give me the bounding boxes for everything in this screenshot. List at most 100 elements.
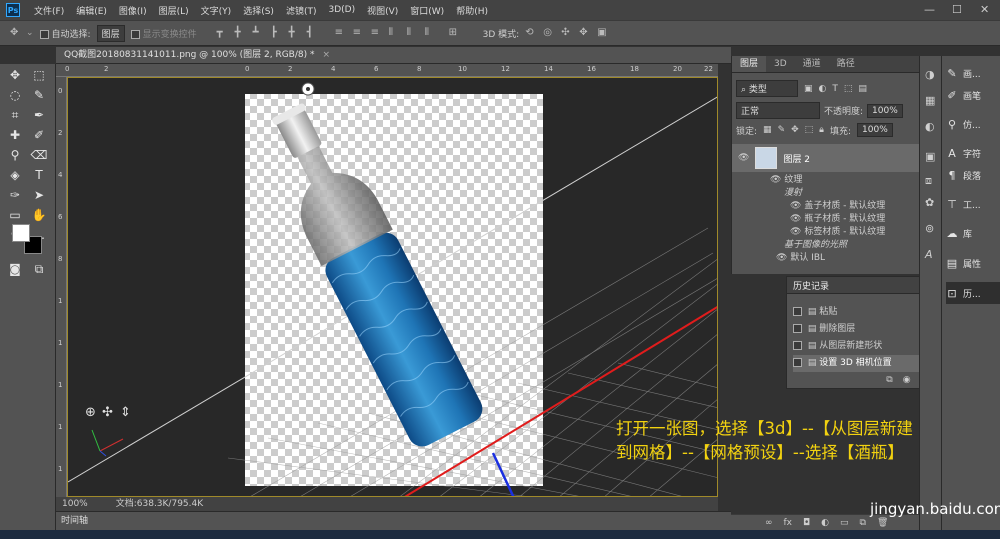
add-mask-icon[interactable]: ◘ [803,515,810,530]
show-transform-checkbox[interactable]: 显示变换控件 [130,27,197,40]
dock-clone-source[interactable]: ⚲ 仿... [946,113,1000,135]
tab-3d[interactable]: 3D [766,56,795,72]
filter-type-icon[interactable]: T [832,84,838,94]
auto-select-checkbox[interactable]: 自动选择: [39,27,91,40]
timeline-panel-tab[interactable]: 时间轴 [56,511,731,530]
filter-adjust-icon[interactable]: ◐ [819,84,827,94]
auto-align-icon[interactable]: ⊞ [449,28,459,38]
move-tool-icon[interactable]: ✥ [10,28,20,38]
close-button[interactable]: ✕ [980,3,989,16]
swatches-panel-icon[interactable]: ▦ [925,94,935,107]
3d-widget-sun-icon[interactable] [301,82,315,96]
menu-type[interactable]: 文字(Y) [195,4,238,17]
opacity-input[interactable]: 100% [867,103,903,118]
dolly-camera-icon[interactable]: ⇕ [120,405,131,420]
orbit-camera-icon[interactable]: ⊕ [85,405,96,420]
3d-drag-icon[interactable]: ✣ [561,28,571,38]
zoom-level[interactable]: 100% [62,497,88,511]
distribute-vcenter-icon[interactable]: ≡ [353,28,363,38]
menu-file[interactable]: 文件(F) [28,4,70,17]
dock-brush-presets[interactable]: ✎ 画... [946,62,1000,84]
adjustments-panel-icon[interactable]: ◐ [925,120,935,133]
quick-mask-icon[interactable]: ◙ [4,260,26,278]
navigator-panel-icon[interactable]: ⧈ [925,174,932,188]
history-item-selected[interactable]: ▤ 设置 3D 相机位置 [793,355,933,372]
visibility-eye-icon[interactable]: 👁︎ [776,253,787,263]
menu-help[interactable]: 帮助(H) [450,4,494,17]
visibility-eye-icon[interactable]: 👁︎ [790,201,801,211]
filter-smart-icon[interactable]: ▤ [858,84,867,94]
styles-panel-icon[interactable]: ▣ [925,150,935,163]
dock-brush[interactable]: ✐ 画笔 [946,84,1000,106]
minimize-button[interactable]: — [924,3,935,16]
hand-tool-icon[interactable]: ✋ [28,206,50,224]
link-layers-icon[interactable]: ∞ [765,515,773,530]
align-left-icon[interactable]: ┣ [271,28,281,38]
dock-properties[interactable]: ▤ 属性 [946,252,1000,274]
layer-style-fx-icon[interactable]: fx [784,515,793,530]
menu-3d[interactable]: 3D(D) [322,5,361,15]
layer-row-selected[interactable]: 👁︎ 图层 2 [732,144,920,172]
type-tool-icon[interactable]: T [28,166,50,184]
eraser-tool-icon[interactable]: ⌫ [28,146,50,164]
lock-position-icon[interactable]: ✥ [791,125,799,135]
3d-scale-icon[interactable]: ▣ [597,28,607,38]
filter-shape-icon[interactable]: ⬚ [844,84,853,94]
new-group-folder-icon[interactable]: ▭ [840,515,849,530]
distribute-top-icon[interactable]: ≡ [335,28,345,38]
lock-artboard-icon[interactable]: ⬚ [805,125,814,135]
glyphs-panel-icon[interactable]: A [925,248,933,261]
cc-libraries-panel-icon[interactable]: ✿ [925,196,934,209]
fill-input[interactable]: 100% [857,123,893,137]
lock-all-icon[interactable]: 🔒︎ [819,125,824,135]
distribute-hcenter-icon[interactable]: ⦀ [407,28,417,38]
rectangle-tool-icon[interactable]: ▭ [4,206,26,224]
pen-tool-icon[interactable]: ✑ [4,186,26,204]
brush-tool-icon[interactable]: ✐ [28,126,50,144]
blend-mode-dropdown[interactable]: 正常 [736,102,820,119]
new-layer-icon[interactable]: ⧉ [860,515,866,530]
3d-slide-icon[interactable]: ✥ [579,28,589,38]
3d-roll-icon[interactable]: ◎ [543,28,553,38]
crop-tool-icon[interactable]: ⌗ [4,106,26,124]
lock-transparent-icon[interactable]: ▦ [763,125,772,135]
distribute-bottom-icon[interactable]: ≡ [371,28,381,38]
align-vcenter-icon[interactable]: ╋ [235,28,245,38]
visibility-eye-icon[interactable]: 👁︎ [738,153,749,163]
lasso-tool-icon[interactable]: ◌ [4,86,26,104]
menu-filter[interactable]: 滤镜(T) [280,4,323,17]
healing-tool-icon[interactable]: ✚ [4,126,26,144]
snapshot-camera-icon[interactable]: ◉ [903,375,911,385]
screen-mode-icon[interactable]: ⧉ [28,260,50,278]
info-panel-icon[interactable]: ⊚ [925,222,934,235]
paint-bucket-tool-icon[interactable]: ◈ [4,166,26,184]
dock-history[interactable]: ⊡ 历... [946,282,1000,304]
tab-channels[interactable]: 通道 [795,56,829,72]
pan-camera-icon[interactable]: ✣ [102,405,113,420]
menu-layer[interactable]: 图层(L) [153,4,195,17]
align-right-icon[interactable]: ┫ [307,28,317,38]
new-document-from-state-icon[interactable]: ⧉ [886,375,892,385]
lock-image-icon[interactable]: ✎ [778,125,786,135]
document-tab-close-icon[interactable]: × [323,47,331,64]
filter-pixel-icon[interactable]: ▣ [804,84,813,94]
path-select-tool-icon[interactable]: ➤ [28,186,50,204]
dock-character[interactable]: A 字符 [946,142,1000,164]
visibility-eye-icon[interactable]: 👁︎ [790,227,801,237]
menu-select[interactable]: 选择(S) [237,4,280,17]
distribute-right-icon[interactable]: ⦀ [425,28,435,38]
menu-window[interactable]: 窗口(W) [404,4,450,17]
layer-filter-dropdown[interactable]: ⌕ 类型 [736,80,798,97]
dock-tool-presets[interactable]: ⊤ 工... [946,193,1000,215]
menu-edit[interactable]: 编辑(E) [70,4,113,17]
history-item[interactable]: ▤ 粘贴 [793,304,933,321]
visibility-eye-icon[interactable]: 👁︎ [790,214,801,224]
foreground-color-swatch[interactable] [12,224,30,242]
menu-view[interactable]: 视图(V) [361,4,404,17]
color-panel-icon[interactable]: ◑ [925,68,935,81]
maximize-button[interactable]: ☐ [952,3,962,16]
tab-layers[interactable]: 图层 [732,56,767,72]
visibility-eye-icon[interactable]: 👁︎ [770,175,781,185]
history-item[interactable]: ▤ 删除图层 [793,321,933,338]
3d-rotate-icon[interactable]: ⟲ [525,28,535,38]
